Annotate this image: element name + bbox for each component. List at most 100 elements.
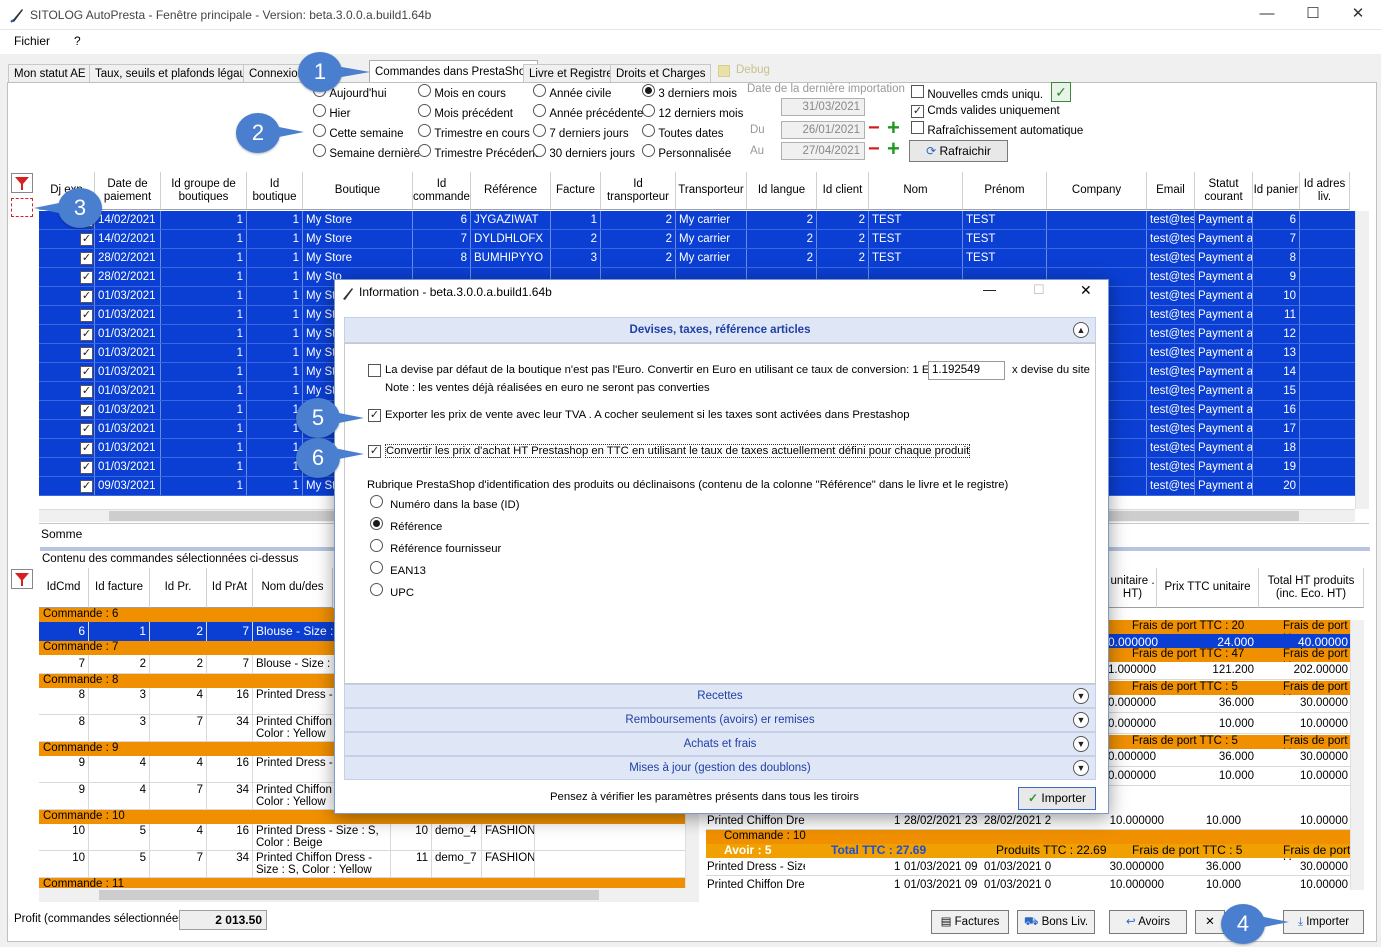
grid-vscroll[interactable]: [1355, 211, 1369, 509]
radio-toutes-dates[interactable]: [642, 124, 655, 137]
menu-help[interactable]: ?: [74, 34, 81, 48]
group-row[interactable]: Commande : 10: [706, 830, 1351, 844]
dialog-close[interactable]: ✕: [1080, 282, 1092, 299]
grid-col-header[interactable]: Id adres liv.: [1300, 172, 1350, 210]
grid-col-header[interactable]: Email: [1147, 172, 1195, 210]
dj-exp-cell[interactable]: ✓: [39, 363, 95, 381]
minus-icon[interactable]: −: [868, 138, 880, 161]
grid-col-header[interactable]: Id groupe de boutiques: [161, 172, 247, 210]
checked-checkbox[interactable]: ✓: [80, 290, 93, 303]
grid-col-header[interactable]: Company: [1047, 172, 1147, 210]
drawer-bar[interactable]: Mises à jour (gestion des doublons) ▼: [344, 756, 1096, 780]
filter-icon[interactable]: [11, 173, 33, 193]
dj-exp-cell[interactable]: ✓: [39, 287, 95, 305]
table-row[interactable]: ✓14/02/202111My Store6JYGAZIWAT12My carr…: [39, 211, 1355, 230]
plus-icon[interactable]: +: [887, 136, 900, 162]
dj-exp-cell[interactable]: ✓: [39, 344, 95, 362]
menu-fichier[interactable]: Fichier: [14, 34, 50, 48]
filter-icon[interactable]: [11, 569, 33, 589]
table-row[interactable]: 10 5 7 34 Printed Chiffon Dress - Size : S, …: [39, 851, 686, 878]
dj-exp-cell[interactable]: ✓: [39, 268, 95, 286]
radio-trimestre-precedent[interactable]: [418, 144, 431, 157]
checked-checkbox[interactable]: ✓: [80, 404, 93, 417]
lines-col-header[interactable]: Nom du/des: [253, 568, 333, 608]
right-col-header[interactable]: unitaire . HT): [1109, 568, 1157, 608]
bons-liv-button[interactable]: ⛟ Bons Liv.: [1017, 910, 1095, 934]
debug-checkbox[interactable]: [718, 65, 730, 77]
grid-col-header[interactable]: Id langue: [747, 172, 817, 210]
export-tva-checkbox[interactable]: ✓: [368, 409, 381, 422]
dj-exp-cell[interactable]: ✓: [39, 439, 95, 457]
lines-col-header[interactable]: Id facture: [89, 568, 150, 608]
valides-checkbox[interactable]: ✓: [911, 105, 924, 118]
chevron-down-icon[interactable]: ▼: [1073, 712, 1089, 728]
checked-checkbox[interactable]: ✓: [80, 252, 93, 265]
radio-mois-precedent[interactable]: [418, 104, 431, 117]
dj-exp-cell[interactable]: ✓: [39, 458, 95, 476]
checked-checkbox[interactable]: ✓: [80, 366, 93, 379]
tab-statut[interactable]: Mon statut AE: [8, 64, 92, 83]
radio-semaine-derniere[interactable]: [313, 144, 326, 157]
refresh-button[interactable]: ⟳ Rafraichir: [909, 140, 1008, 162]
du-date-field[interactable]: 26/01/2021: [781, 121, 865, 139]
euro-convert-checkbox[interactable]: [368, 364, 381, 377]
radio-ref-option[interactable]: [370, 583, 383, 596]
radio-mois-en-cours[interactable]: [418, 84, 431, 97]
chevron-down-icon[interactable]: ▼: [1073, 736, 1089, 752]
nouvelles-checkbox[interactable]: [911, 85, 924, 98]
radio-ref-option[interactable]: [370, 539, 383, 552]
radio-trimestre-en-cours[interactable]: [418, 124, 431, 137]
grid-col-header[interactable]: Boutique: [303, 172, 413, 210]
grid-col-header[interactable]: Id panier: [1253, 172, 1300, 210]
grid-col-header[interactable]: Date de paiement: [95, 172, 161, 210]
grid-col-header[interactable]: Id commande: [413, 172, 471, 210]
drawer-bar[interactable]: Recettes ▼: [344, 684, 1096, 708]
checked-checkbox[interactable]: ✓: [80, 233, 93, 246]
lines-col-header[interactable]: Id PrAt: [207, 568, 253, 608]
minus-icon[interactable]: −: [868, 117, 880, 140]
au-date-field[interactable]: 27/04/2021: [781, 142, 865, 160]
tab-droits[interactable]: Droits et Charges: [610, 64, 712, 83]
import-main-button[interactable]: ⤓ Importer: [1283, 910, 1364, 934]
grid-col-header[interactable]: Prénom: [963, 172, 1047, 210]
factures-button[interactable]: ▤ Factures: [931, 910, 1009, 934]
right-col-header[interactable]: Total HT produits (inc. Eco. HT): [1259, 568, 1364, 608]
select-area-icon[interactable]: [11, 198, 33, 217]
checked-checkbox[interactable]: ✓: [80, 480, 93, 493]
radio-12-mois[interactable]: [642, 104, 655, 117]
radio-cette-semaine[interactable]: [313, 124, 326, 137]
section-devises[interactable]: Devises, taxes, référence articles ▲: [344, 317, 1096, 343]
radio-3-mois[interactable]: [642, 84, 655, 97]
table-row[interactable]: ✓ 14/02/2021 1 1 My Store 7 DYLDHLOFX 2 2 My carr…: [39, 230, 1355, 249]
checked-checkbox[interactable]: ✓: [80, 442, 93, 455]
radio-ref-option[interactable]: [370, 561, 383, 574]
minimize-button[interactable]: —: [1244, 0, 1290, 30]
radio-annee-precedente[interactable]: [533, 104, 546, 117]
right-col-header[interactable]: Prix TTC unitaire: [1157, 568, 1259, 608]
radio-ref-option[interactable]: [370, 517, 383, 530]
lines-col-header[interactable]: IdCmd: [39, 568, 89, 608]
grid-col-header[interactable]: Id client: [817, 172, 869, 210]
chevron-up-icon[interactable]: ▲: [1073, 322, 1089, 338]
table-row[interactable]: Printed Dress - Size 1 01/03/2021 09 01/03/…: [706, 860, 1351, 876]
dialog-minimize[interactable]: —: [983, 282, 996, 297]
right-vscroll[interactable]: [1350, 620, 1364, 890]
tab-commandes[interactable]: Commandes dans PrestaShop: [369, 60, 538, 84]
grid-col-header[interactable]: Transporteur: [676, 172, 747, 210]
lines-hscroll[interactable]: [39, 888, 699, 902]
dj-exp-cell[interactable]: ✓: [39, 230, 95, 248]
radio-personnalisee[interactable]: [642, 144, 655, 157]
drawer-bar[interactable]: Remboursements (avoirs) er remises ▼: [344, 708, 1096, 732]
rate-input[interactable]: 1.192549: [928, 361, 1005, 380]
radio-annee-civile[interactable]: [533, 84, 546, 97]
grid-col-header[interactable]: Statut courant: [1195, 172, 1253, 210]
table-row[interactable]: Printed Chiffon Dress 128/02/2021 23 28/02…: [706, 814, 1351, 830]
radio-7-jours[interactable]: [533, 124, 546, 137]
validate-icon[interactable]: ✓: [1051, 82, 1071, 102]
tab-livre[interactable]: Livre et Registre: [523, 64, 619, 83]
table-row[interactable]: Printed Chiffon Dress 101/03/2021 09 01/03…: [706, 878, 1351, 890]
group-row[interactable]: Commande : 11: [39, 878, 686, 888]
checked-checkbox[interactable]: ✓: [80, 423, 93, 436]
radio-ref-option[interactable]: [370, 495, 383, 508]
grid-col-header[interactable]: Id boutique: [247, 172, 303, 210]
